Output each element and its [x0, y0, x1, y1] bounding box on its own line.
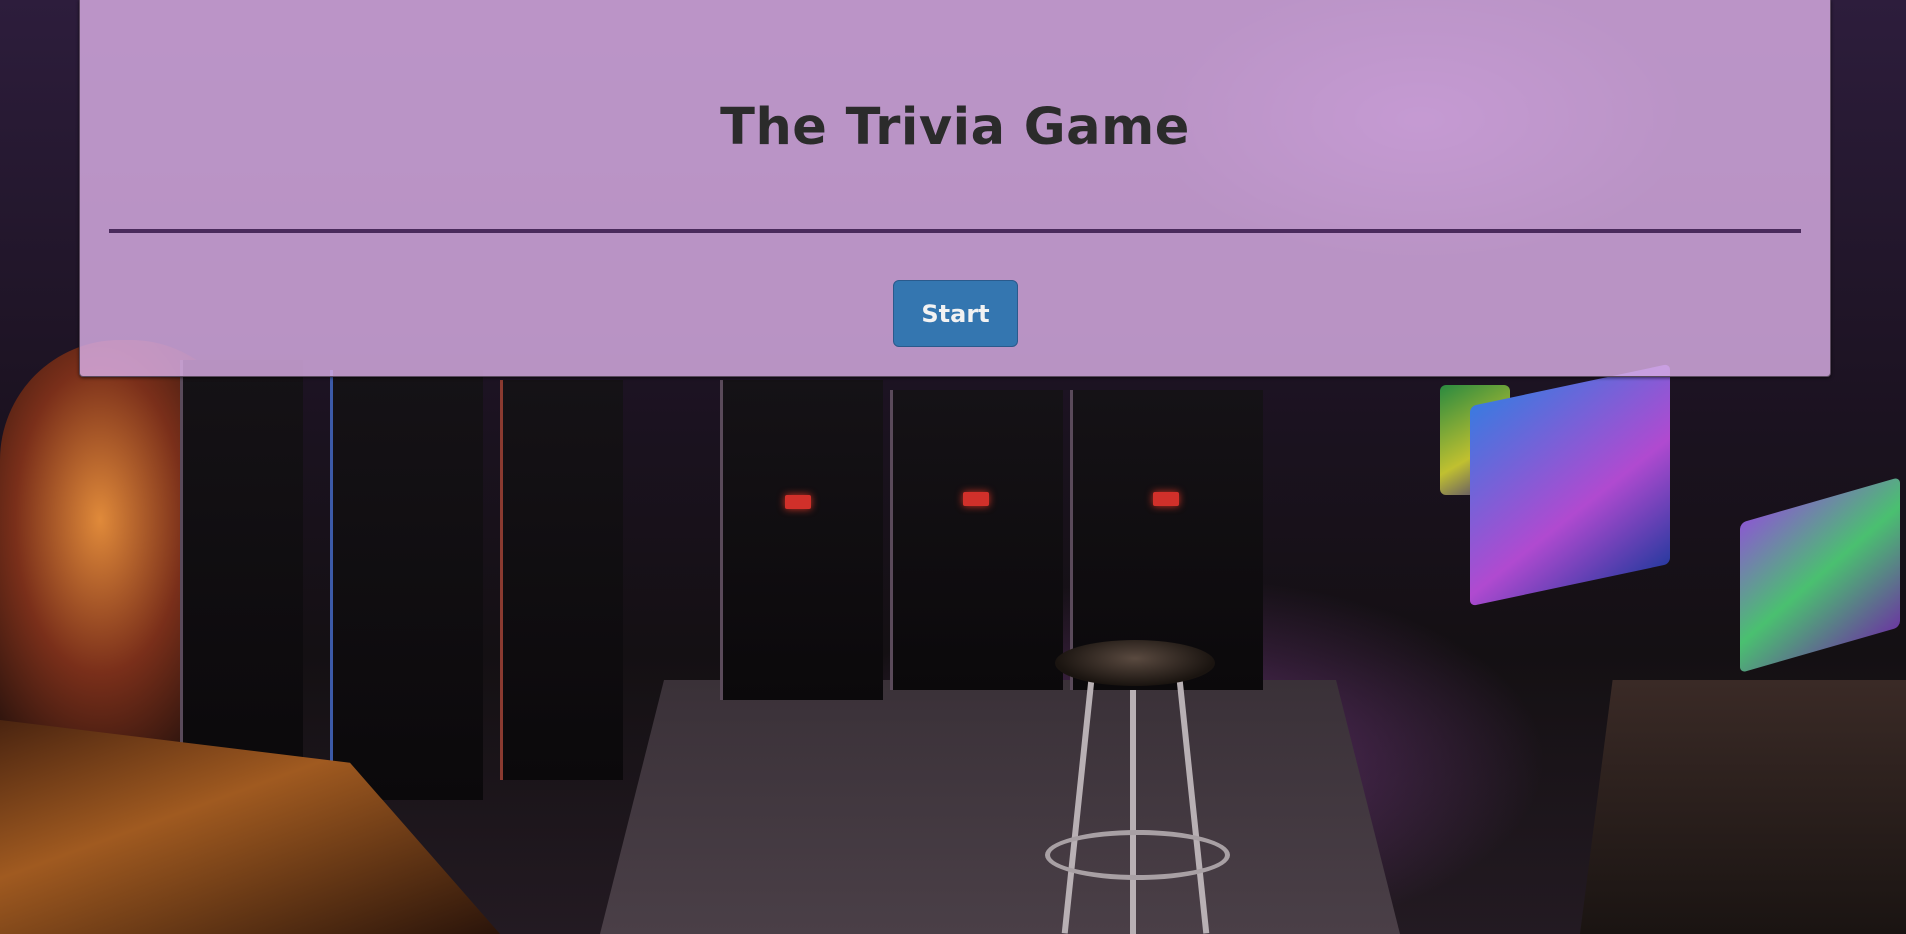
arcade-cabinet [890, 390, 1063, 690]
arcade-cabinet [330, 370, 483, 800]
arcade-screen [1740, 477, 1900, 673]
coin-slot-light [1153, 492, 1179, 506]
stool-leg [1130, 690, 1136, 934]
stool-footrest [1045, 830, 1230, 880]
arcade-cabinet [720, 380, 883, 700]
start-button[interactable]: Start [893, 280, 1018, 347]
side-table [1580, 680, 1906, 934]
stool-seat [1055, 640, 1215, 686]
coin-slot-light [785, 495, 811, 509]
arcade-cabinet [500, 380, 623, 780]
game-panel: The Trivia Game Start [79, 0, 1831, 377]
page-title: The Trivia Game [720, 98, 1190, 157]
coin-slot-light [963, 492, 989, 506]
title-divider [109, 229, 1801, 233]
arcade-floor [600, 680, 1400, 934]
arcade-screen [1470, 363, 1670, 607]
arcade-cabinet [180, 360, 303, 780]
